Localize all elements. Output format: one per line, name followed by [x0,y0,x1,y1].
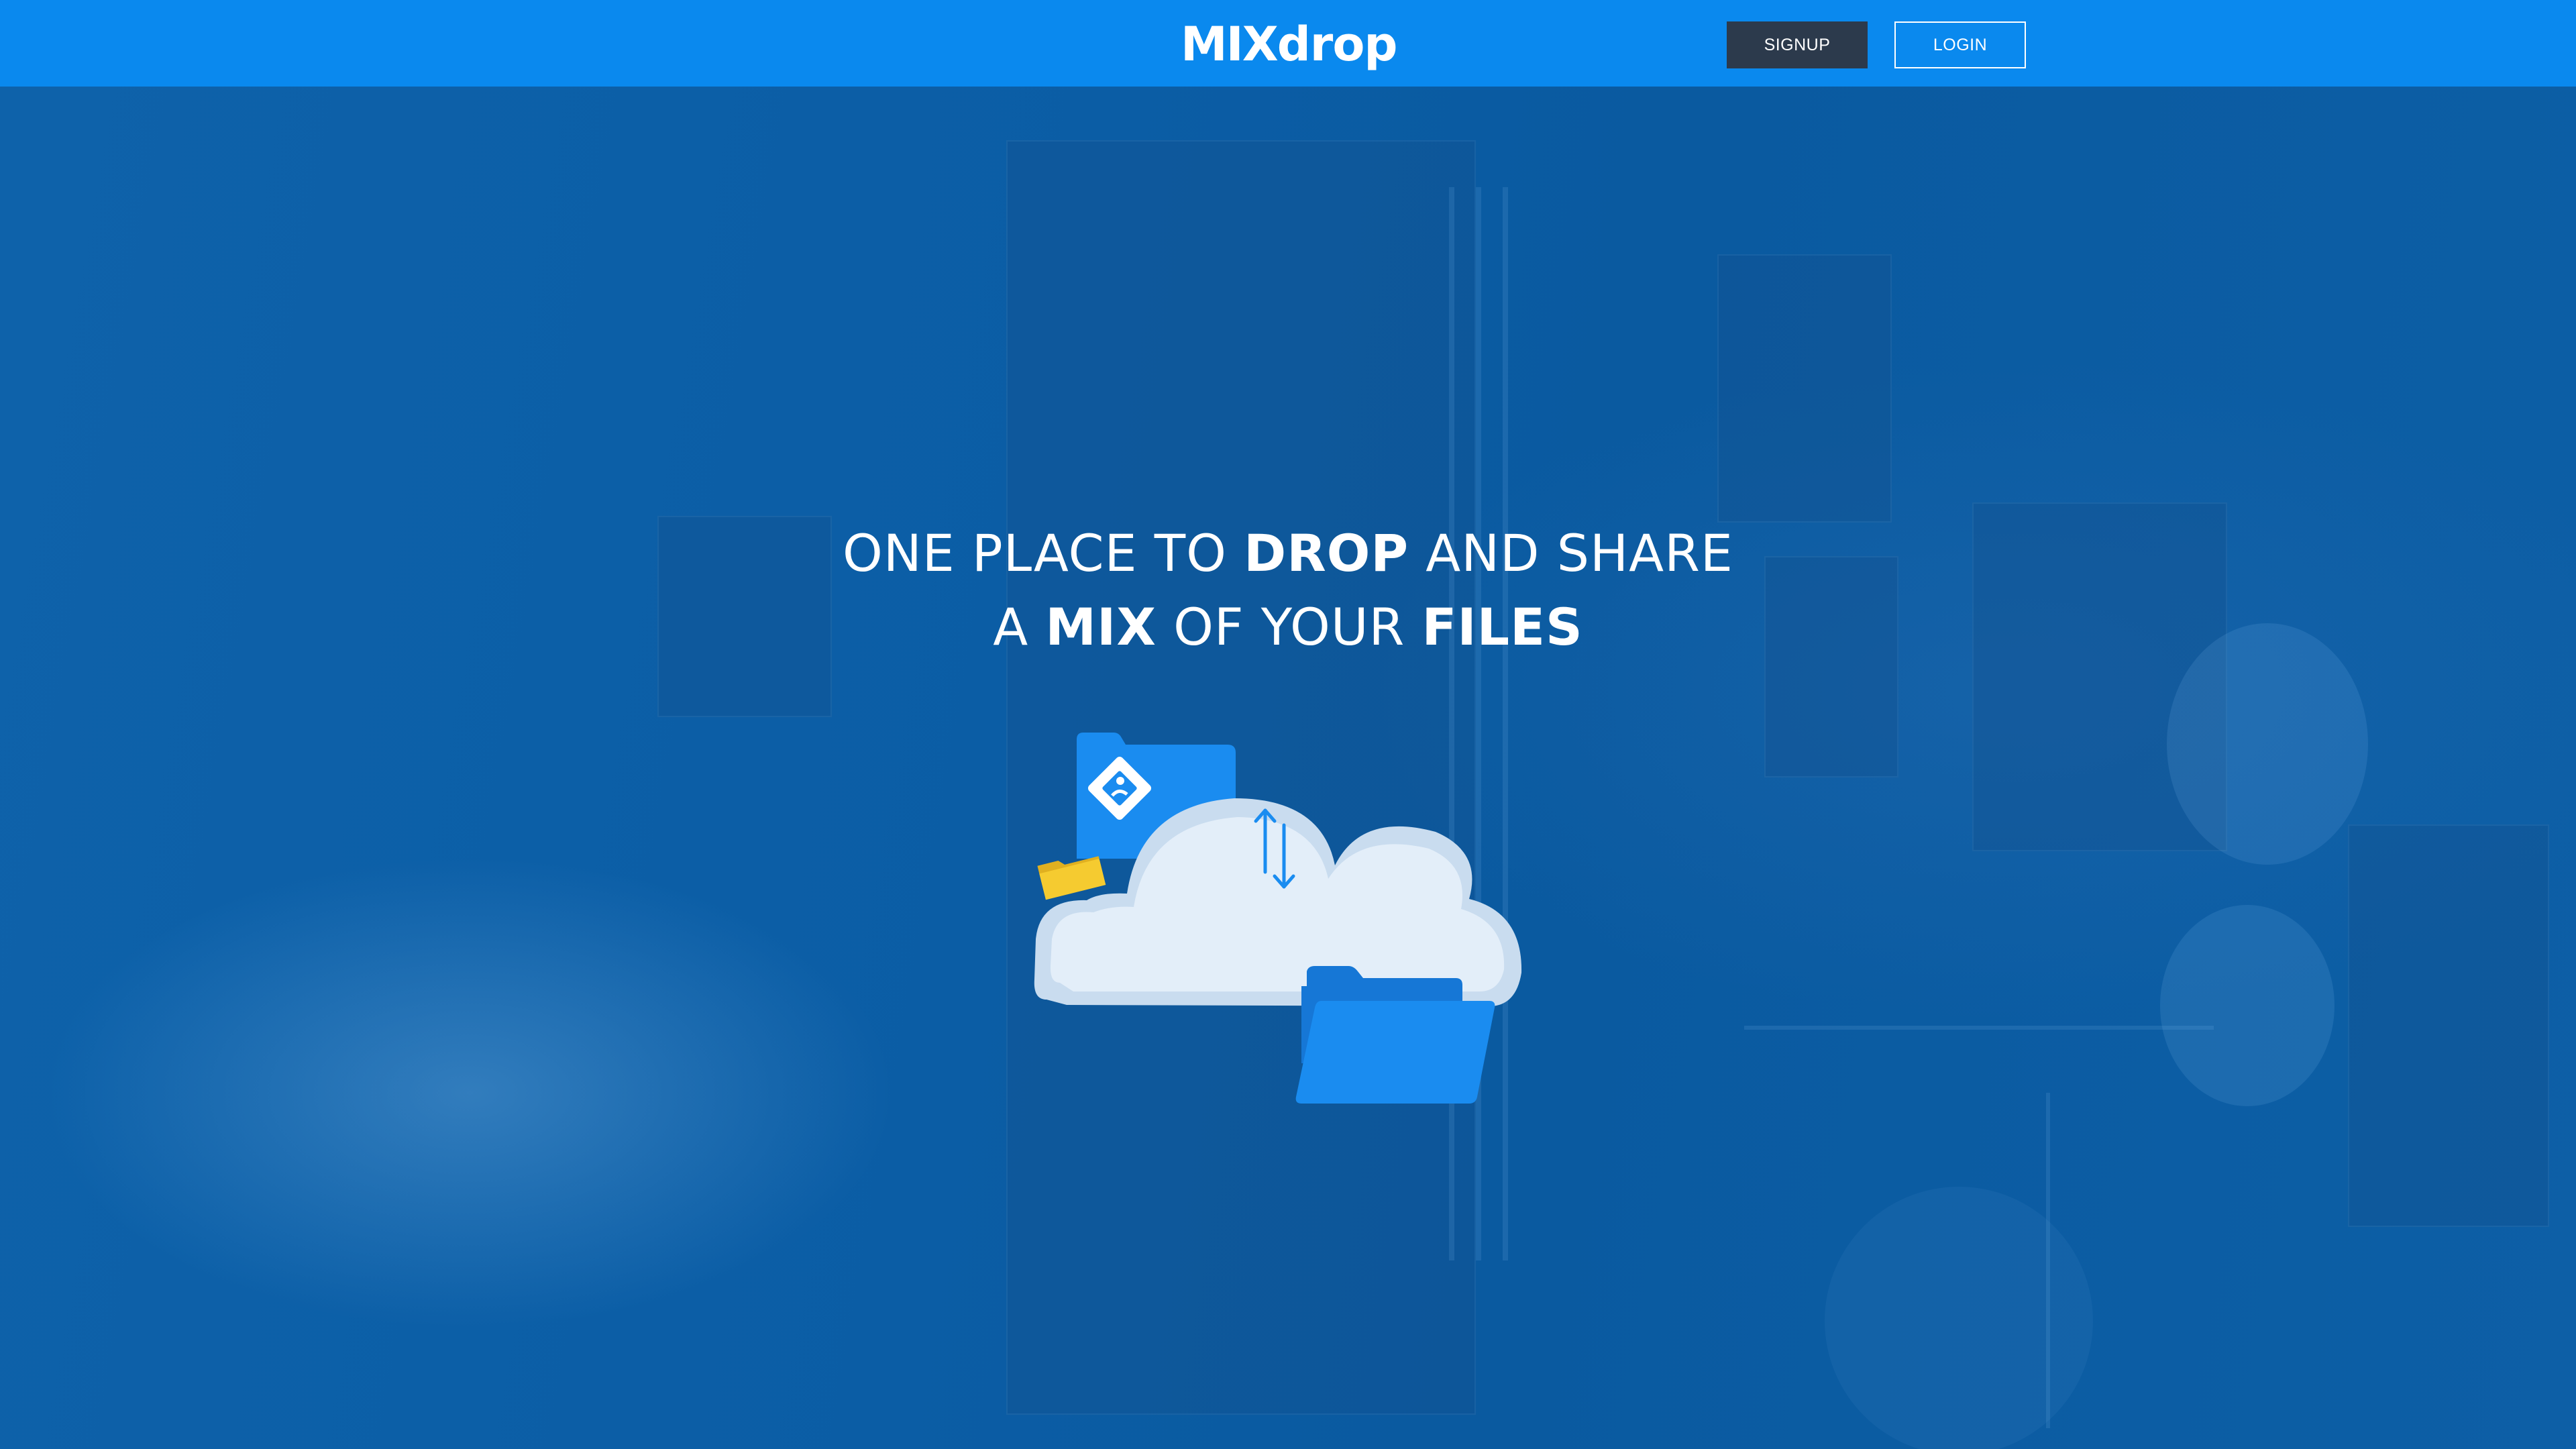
bg-chip [2348,824,2549,1227]
bg-capacitor [1825,1187,2093,1449]
hero-headline: ONE PLACE TO DROP AND SHARE A MIX OF YOU… [738,517,1838,664]
login-button[interactable]: LOGIN [1894,21,2026,68]
bg-trace [1744,1026,2214,1030]
bg-chip [1717,254,1892,523]
bg-capacitor [2167,623,2368,865]
headline-emphasis-files: FILES [1421,597,1583,657]
headline-emphasis-mix: MIX [1045,597,1157,657]
headline-text: AND SHARE [1409,523,1733,583]
yellow-folder-icon [1037,856,1106,900]
headline-text: OF YOUR [1156,597,1422,657]
headline-line-2: A MIX OF YOUR FILES [993,597,1582,657]
headline-emphasis-drop: DROP [1244,523,1409,583]
headline-text: ONE PLACE TO [843,523,1244,583]
bg-capacitor [2160,905,2334,1106]
cloud-upload-illustration [1034,733,1522,1104]
logo-mix-text: MIX [1181,16,1279,72]
top-navbar: MIX drop SIGNUP LOGIN [0,0,2576,87]
mixdrop-logo[interactable]: MIX drop [1181,12,1402,76]
headline-text: A [993,597,1046,657]
signup-button[interactable]: SIGNUP [1727,21,1868,68]
logo-drop-text: drop [1277,16,1398,72]
headline-line-1: ONE PLACE TO DROP AND SHARE [843,523,1733,583]
